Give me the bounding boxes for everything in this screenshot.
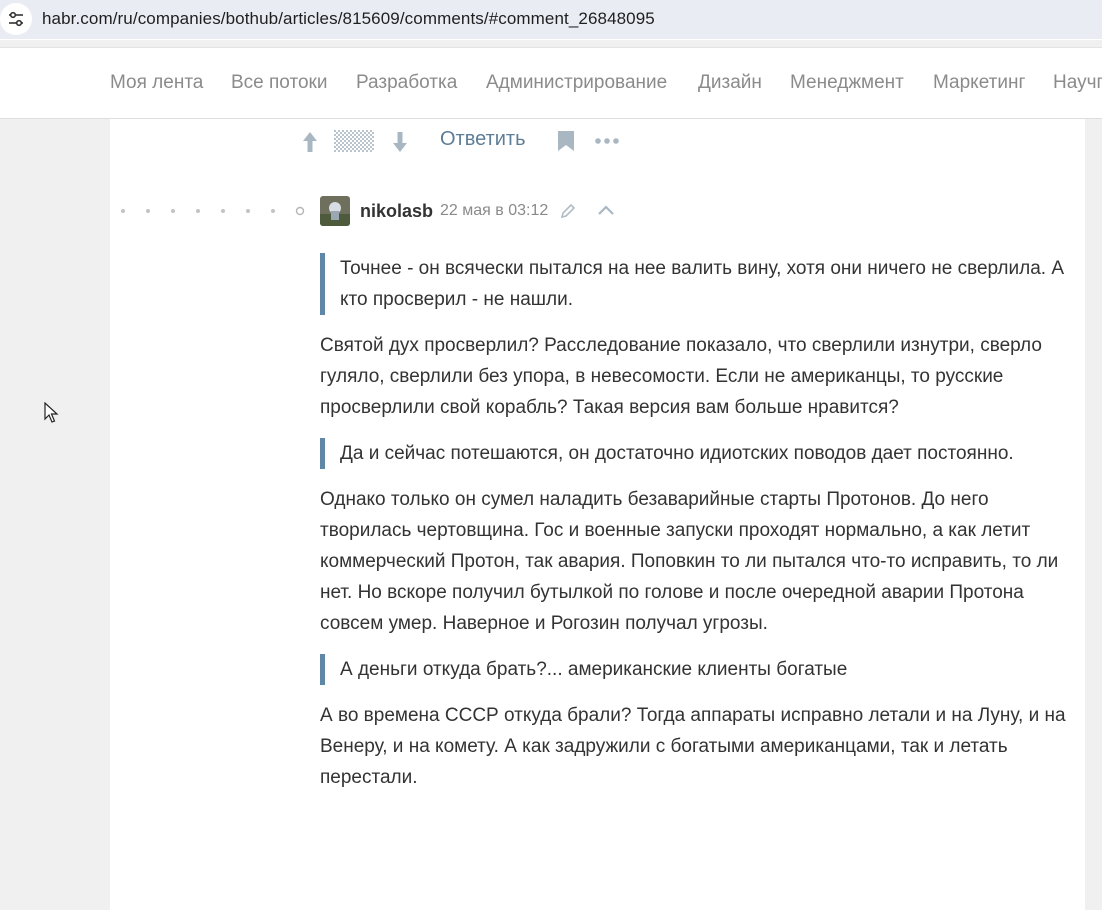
nav-item-science[interactable]: Научп [1053, 72, 1102, 94]
score-hidden-icon [334, 130, 374, 152]
tune-icon[interactable] [0, 3, 32, 35]
url-text[interactable]: habr.com/ru/companies/bothub/articles/81… [42, 9, 655, 29]
nav-item-all-streams[interactable]: Все потоки [231, 72, 327, 94]
nav-item-management[interactable]: Менеджмент [790, 72, 904, 94]
comment-paragraph: А во времена СССР откуда брали? Тогда ап… [320, 705, 1066, 788]
thread-indent-dots [121, 206, 305, 216]
comment-paragraph: Святой дух просверлил? Расследование пок… [320, 335, 1042, 418]
nav-item-administration[interactable]: Администрирование [486, 72, 667, 94]
nav-item-design[interactable]: Дизайн [698, 72, 762, 94]
comment-timestamp[interactable]: 22 мая в 03:12 [440, 202, 548, 220]
comment-author[interactable]: nikolasb [360, 201, 433, 222]
top-navigation: Моя лента Все потоки Разработка Админист… [0, 48, 1102, 119]
browser-address-bar: habr.com/ru/companies/bothub/articles/81… [0, 0, 1102, 40]
nav-item-my-feed[interactable]: Моя лента [110, 72, 203, 94]
comment-quote: А деньги откуда брать?... американские к… [320, 654, 1072, 685]
nav-item-marketing[interactable]: Маркетинг [933, 72, 1025, 94]
avatar[interactable] [320, 196, 350, 226]
bookmark-icon[interactable] [557, 130, 575, 152]
comment-body: Точнее - он всячески пытался на нее вали… [320, 253, 1072, 808]
more-icon[interactable] [594, 136, 620, 146]
comment-quote: Да и сейчас потешаются, он достаточно ид… [320, 438, 1072, 469]
reply-button[interactable]: Ответить [440, 128, 526, 151]
pencil-icon [560, 203, 576, 219]
nav-item-development[interactable]: Разработка [356, 72, 457, 94]
chevron-up-icon[interactable] [596, 203, 616, 217]
comment-quote: Точнее - он всячески пытался на нее вали… [320, 253, 1072, 315]
arrow-down-icon[interactable] [390, 130, 410, 154]
arrow-up-icon[interactable] [300, 130, 320, 154]
mouse-cursor-icon [44, 402, 59, 423]
comment-paragraph: Однако только он сумел наладить безавари… [320, 489, 1059, 634]
